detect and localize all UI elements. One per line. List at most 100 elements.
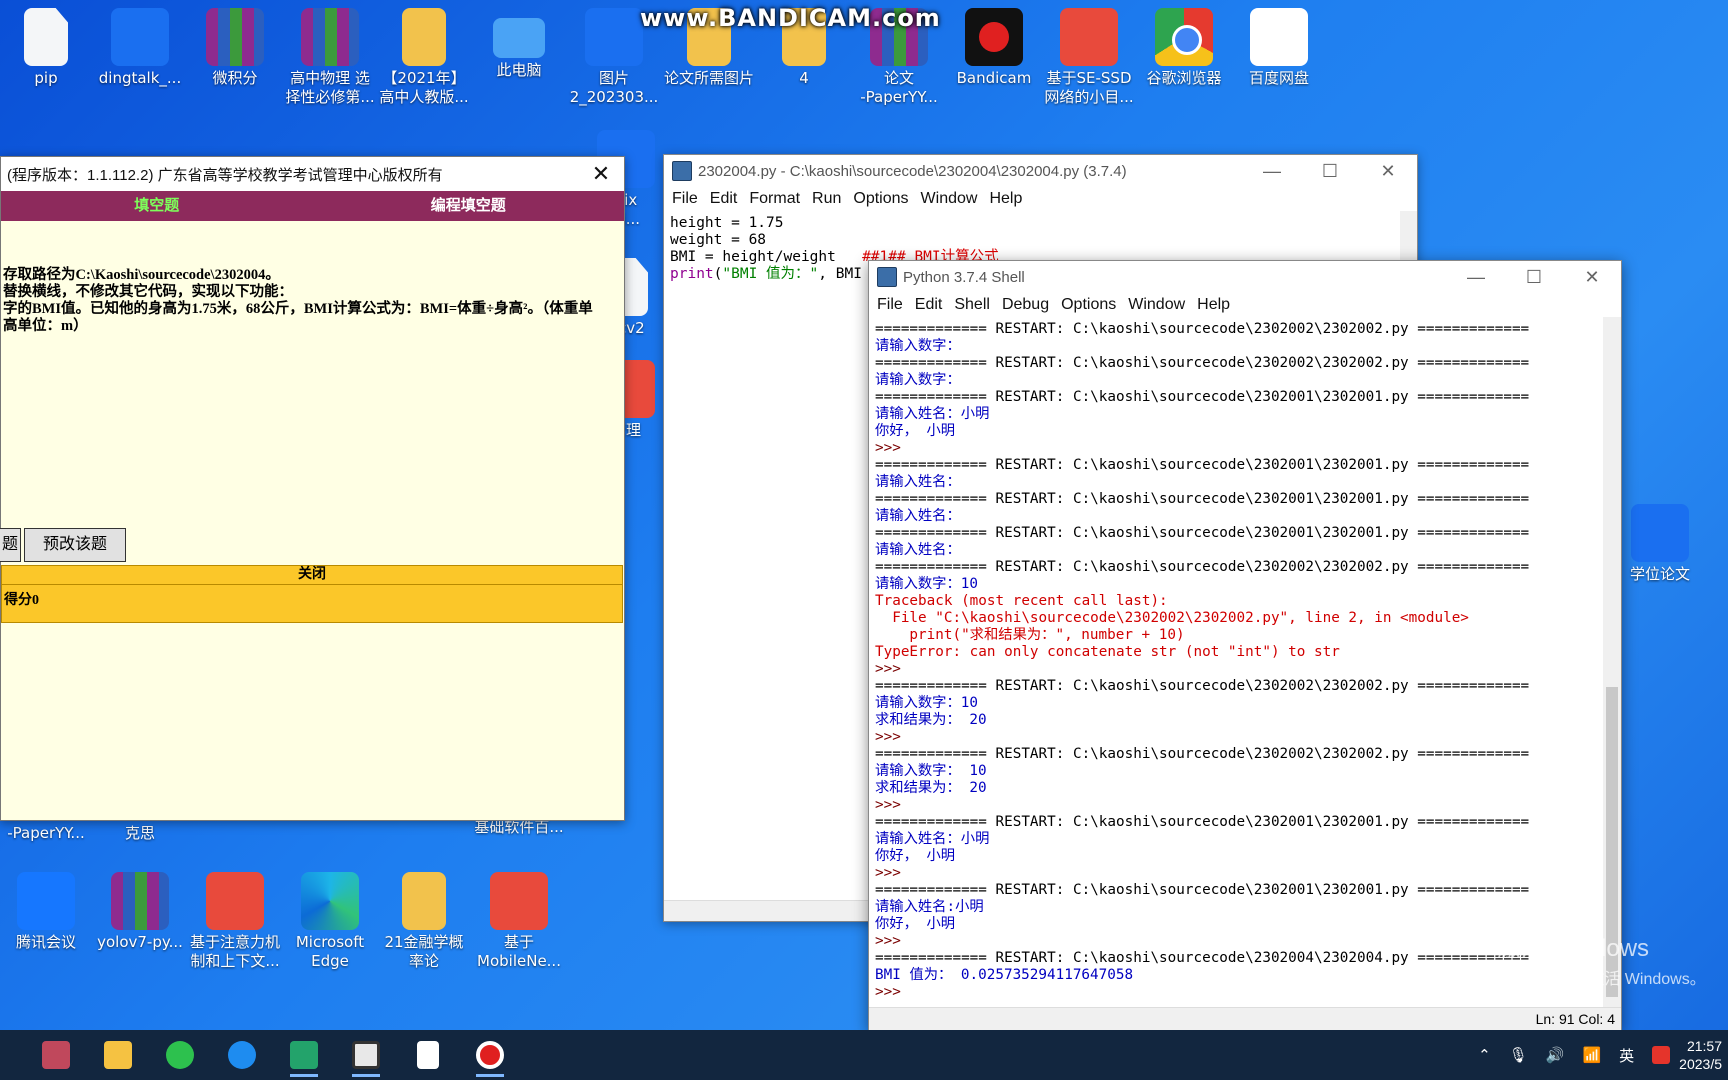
exam-window: (程序版本：1.1.112.2) 广东省高等学校教学考试管理中心版权所有 ✕ 填… (0, 156, 625, 821)
shell-menubar: File Edit Shell Debug Options Window Help (869, 293, 1621, 317)
instruction-line: 字的BMI值。已知他的身高为1.75米，68公斤，BMI计算公式为：BMI=体重… (3, 301, 593, 317)
desktop-icon[interactable]: 基于注意力机 制和上下文... (189, 872, 281, 971)
desktop-icon-label: 图片 2_202303... (569, 69, 659, 106)
desktop-icon-label: 21金融学概 率论 (384, 933, 464, 970)
desktop-icon[interactable]: 微积分 (189, 8, 281, 88)
menu-item[interactable]: Window (1128, 296, 1185, 314)
cursor-position: Ln: 91 Col: 4 (1535, 1011, 1615, 1027)
instruction-line: 替换横线，不修改其它代码，实现以下功能： (3, 284, 293, 300)
maximize-icon[interactable]: ☐ (1505, 261, 1563, 293)
desktop-icon-label: 高中物理 选 择性必修第... (285, 69, 375, 106)
desktop-icon[interactable]: 21金融学概 率论 (378, 872, 470, 971)
close-icon[interactable]: ✕ (1359, 155, 1417, 187)
desktop-icon[interactable]: 克思 (94, 824, 186, 843)
shell-line: TypeError: can only concatenate str (not… (875, 644, 1340, 660)
bandicam-icon[interactable] (468, 1035, 512, 1077)
chevron-up-icon[interactable]: ⌃ (1478, 1046, 1491, 1064)
desktop-icon[interactable]: pip (0, 8, 92, 88)
word-icon (1631, 504, 1689, 562)
preview-question-button[interactable]: 预改该题 (24, 528, 126, 562)
exam-titlebar: (程序版本：1.1.112.2) 广东省高等学校教学考试管理中心版权所有 ✕ (1, 157, 624, 191)
shell-line: 请输入数字： (875, 372, 961, 388)
shell-line: ============= RESTART: C:\kaoshi\sourcec… (875, 746, 1530, 762)
shell-output-area[interactable]: ============= RESTART: C:\kaoshi\sourcec… (875, 321, 1595, 1001)
file-explorer-icon[interactable] (96, 1035, 140, 1075)
desktop-icon[interactable]: 基于 MobileNe... (473, 872, 565, 971)
wechat-icon[interactable] (158, 1035, 202, 1075)
result-panel: 关闭 得分0 (1, 565, 623, 623)
antivirus-icon[interactable] (1652, 1046, 1671, 1064)
desktop-icon-label: 百度网盘 (1248, 69, 1309, 87)
ime-indicator[interactable]: 英 (1619, 1045, 1634, 1066)
code-editor-icon[interactable] (282, 1035, 326, 1077)
desktop-icon-label: 克思 (124, 824, 155, 842)
code-token: weight = 68 (670, 232, 767, 248)
desktop-icon-thesis[interactable]: 学位论文 (1614, 504, 1706, 584)
shell-statusbar: Ln: 91 Col: 4 (869, 1007, 1621, 1030)
tab-fill-blank[interactable]: 填空题 (1, 191, 313, 221)
notepad-icon[interactable] (406, 1035, 450, 1075)
desktop-icon-label: 基于 MobileNe... (477, 933, 561, 970)
desktop-icon[interactable]: Microsoft Edge (284, 872, 376, 971)
activation-title: 激活 Windows (1497, 935, 1650, 962)
exam-tab-bar: 填空题 编程填空题 (1, 191, 624, 221)
instruction-line: 高单位：m） (3, 318, 88, 334)
desktop-icon[interactable]: 高中物理 选 择性必修第... (284, 8, 376, 107)
desktop-icon[interactable]: yolov7-py... (94, 872, 186, 952)
desktop-icon[interactable]: -PaperYY... (0, 824, 92, 843)
computer-icon (493, 18, 545, 58)
folder-icon (402, 872, 446, 930)
close-icon[interactable]: ✕ (1563, 261, 1621, 293)
shell-line: Traceback (most recent call last): (875, 593, 1168, 609)
microphone-icon[interactable]: 🎙 (1509, 1046, 1528, 1064)
desktop-icon-label: 此电脑 (496, 61, 542, 79)
menu-item[interactable]: Edit (710, 190, 738, 208)
desktop-icon[interactable]: 腾讯会议 (0, 872, 92, 952)
desktop-icon[interactable]: dingtalk_... (94, 8, 186, 88)
desktop-icon-label: Bandicam (956, 69, 1032, 87)
menu-item[interactable]: Run (812, 190, 841, 208)
desktop-icon[interactable]: Bandicam (948, 8, 1040, 88)
game-app-icon[interactable] (34, 1035, 78, 1075)
maximize-icon[interactable]: ☐ (1301, 155, 1359, 187)
code-token: "BMI 值为：" (722, 266, 819, 282)
qq-browser-icon[interactable] (220, 1035, 264, 1075)
menu-item[interactable]: Shell (954, 296, 990, 314)
idle-python-icon[interactable] (344, 1035, 388, 1077)
shell-line: >>> (875, 797, 901, 813)
menu-item[interactable]: Edit (915, 296, 943, 314)
shell-line: >>> (875, 865, 901, 881)
score-text: 得分0 (4, 593, 39, 608)
shell-line: 请输入姓名： (875, 474, 961, 490)
instruction-line: 存取路径为C:\Kaoshi\sourcecode\2302004。 (3, 267, 280, 283)
shell-line: 请输入数字： (875, 338, 961, 354)
shell-line: >>> (875, 661, 901, 677)
clock[interactable]: 21:57 2023/5 (1679, 1037, 1722, 1073)
shell-line: >>> (875, 984, 901, 1000)
tab-programming-fill-blank[interactable]: 编程填空题 (313, 191, 625, 221)
python-shell-window: Python 3.7.4 Shell — ☐ ✕ File Edit Shell De… (868, 260, 1622, 1031)
network-icon[interactable]: 📶 (1582, 1046, 1601, 1064)
menu-item[interactable]: Format (749, 190, 800, 208)
desktop-icon[interactable]: 基于SE-SSD 网络的小目... (1043, 8, 1135, 107)
volume-icon[interactable]: 🔊 (1546, 1046, 1565, 1064)
menu-item[interactable]: Help (1197, 296, 1230, 314)
desktop-icon[interactable]: 【2021年】 高中人教版... (378, 8, 470, 107)
answer-question-button[interactable]: 题 (0, 528, 21, 562)
menu-item[interactable]: Window (921, 190, 978, 208)
close-result-button[interactable]: 关闭 (2, 566, 622, 585)
minimize-icon[interactable]: — (1243, 155, 1301, 187)
menu-item[interactable]: File (672, 190, 698, 208)
desktop-icon[interactable]: 百度网盘 (1233, 8, 1325, 88)
menu-item[interactable]: Debug (1002, 296, 1049, 314)
desktop-icon[interactable]: 谷歌浏览器 (1138, 8, 1230, 88)
winrar-icon (301, 8, 359, 66)
menu-item[interactable]: Options (853, 190, 908, 208)
close-icon[interactable]: ✕ (578, 157, 624, 191)
menu-item[interactable]: Help (989, 190, 1022, 208)
desktop-icon[interactable]: 此电脑 (473, 8, 565, 80)
menu-item[interactable]: Options (1061, 296, 1116, 314)
minimize-icon[interactable]: — (1447, 261, 1505, 293)
shell-vertical-scrollbar[interactable] (1603, 317, 1621, 1007)
menu-item[interactable]: File (877, 296, 903, 314)
